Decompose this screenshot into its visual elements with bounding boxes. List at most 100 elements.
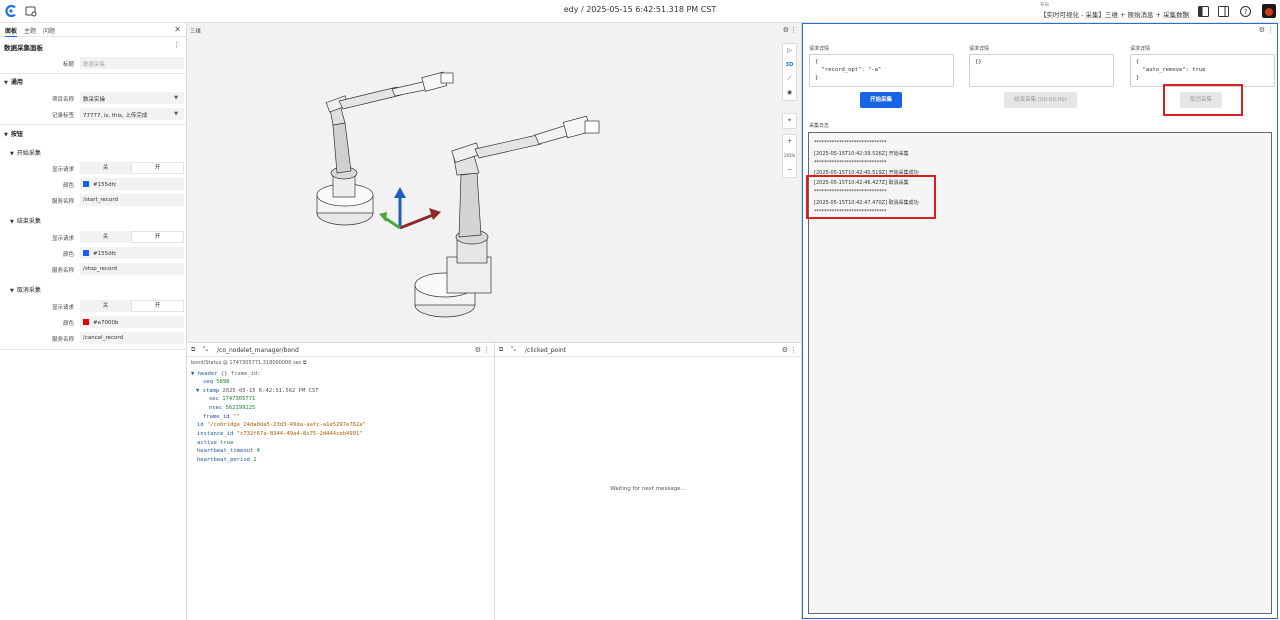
section-general[interactable]: ▼ 通用 [4, 77, 23, 86]
tags-select[interactable]: 77777, is, this, 上传完成 ▼ [80, 108, 184, 120]
gear-icon[interactable]: ⚙ [783, 26, 789, 34]
title-input[interactable]: 数据采集 [80, 57, 184, 69]
expand-icon[interactable]: ⤡ [511, 346, 516, 354]
right-sidebar-toggle-icon[interactable] [1218, 6, 1229, 17]
copy-panel-icon[interactable]: ⧉ [499, 346, 503, 354]
color-swatch[interactable] [83, 181, 89, 187]
gear-icon[interactable]: ⚙ [1259, 26, 1265, 34]
chevron-down-icon[interactable]: ⌄ [1181, 7, 1187, 15]
zoom-toolbar: + 191% − [782, 134, 797, 178]
color-swatch[interactable] [83, 250, 89, 256]
tree-row-header[interactable]: ▼ header {} frame_id: [191, 371, 261, 377]
header-note: {} frame_id: [220, 371, 261, 377]
ruler-icon[interactable]: ⟋ [783, 72, 796, 86]
tab-panel[interactable]: 面板 [5, 26, 18, 37]
interaction-toolbar: ▷ 3D ⟋ ◉ [782, 43, 797, 101]
zoom-out-icon[interactable]: − [783, 163, 796, 177]
stop-record-button[interactable]: 结束采集 (00:00:00) [1004, 92, 1077, 108]
color-input[interactable]: #155dfc [80, 178, 184, 190]
copy-panel-icon[interactable]: ⧉ [191, 346, 195, 354]
toggle-on[interactable]: 开 [131, 300, 184, 312]
tree-row-active: active true [197, 440, 234, 446]
more-options-icon[interactable]: ⋮ [1267, 26, 1274, 34]
more-options-icon[interactable]: ⋮ [173, 41, 180, 49]
start-request-body[interactable]: { "record_opt": "-a" } [809, 54, 954, 87]
zoom-in-icon[interactable]: + [783, 135, 796, 149]
service-label: 服务名称 [51, 268, 74, 274]
service-input[interactable]: /cancel_record [80, 332, 184, 344]
zoom-level: 191% [783, 153, 796, 158]
group-stop-record[interactable]: ▼ 结束采集 [10, 216, 41, 225]
log-line: ***************************** [814, 140, 887, 146]
focus-toolbar: ⌖ [782, 113, 797, 129]
show-request-toggle[interactable]: 关开 [80, 300, 184, 312]
key-header: header [197, 371, 218, 377]
data-collection-panel: ⚙ ⋮ 请求详情 { "record_opt": "-a" } 请求详情 {} … [802, 23, 1278, 619]
color-input[interactable]: #e7000b [80, 316, 184, 328]
highlight-annotation-box [1163, 84, 1243, 116]
project-label: 项目名称 [51, 97, 74, 103]
close-icon[interactable]: ✕ [174, 25, 181, 34]
more-options-icon[interactable]: ⋮ [790, 26, 797, 34]
section-buttons[interactable]: ▼ 按钮 [4, 129, 23, 138]
toggle-on[interactable]: 开 [131, 162, 184, 174]
service-input[interactable]: /start_record [80, 194, 184, 206]
toggle-on[interactable]: 开 [131, 231, 184, 243]
color-label: 颜色 [62, 183, 74, 189]
app-window: edy / 2025-05-15 6:42:51.318 PM CST 布局 【… [0, 0, 1280, 620]
topic-path[interactable]: /clicked_point [525, 347, 566, 354]
stop-request-body[interactable]: {} [969, 54, 1114, 87]
panel-settings-title: 数据采集面板 [4, 44, 43, 52]
toggle-off[interactable]: 关 [80, 162, 131, 174]
show-request-toggle[interactable]: 关开 [80, 162, 184, 174]
svg-text:?: ? [1244, 8, 1248, 16]
tree-row-seq: seq 5898 [203, 379, 230, 385]
tab-problems[interactable]: 问题 [43, 26, 55, 35]
layout-selector[interactable]: 【实时可视化 - 采集】三维 + 原始消息 + 采集数据 [1040, 9, 1189, 19]
expand-icon[interactable]: ⤡ [203, 346, 208, 354]
tab-topics[interactable]: 主题 [24, 26, 36, 35]
section-buttons-label: 按钮 [10, 131, 23, 138]
toggle-off[interactable]: 关 [80, 300, 131, 312]
gear-icon[interactable]: ⚙ [782, 346, 788, 354]
left-sidebar-toggle-icon[interactable] [1198, 6, 1209, 17]
group-cancel-record[interactable]: ▼ 取消采集 [10, 285, 41, 294]
focus-icon[interactable]: ⌖ [783, 114, 796, 128]
color-value: #155dfc [93, 251, 117, 257]
group-start-label: 开始采集 [16, 150, 41, 157]
publish-point-icon[interactable]: ◉ [783, 86, 796, 100]
section-general-label: 通用 [10, 79, 23, 86]
color-swatch[interactable] [83, 319, 89, 325]
cancel-request-body[interactable]: { "auto_remove": true } [1130, 54, 1275, 87]
group-stop-label: 结束采集 [16, 218, 41, 225]
view-mode-3d-button[interactable]: 3D [783, 58, 796, 72]
toggle-off[interactable]: 关 [80, 231, 131, 243]
tree-row-stamp[interactable]: ▼ stamp 2025-05-15 6:42:51.562 PM CST [196, 388, 319, 394]
start-record-button[interactable]: 开始采集 [860, 92, 902, 108]
request-detail-label: 请求详情 [809, 46, 830, 52]
service-input[interactable]: /stop_record [80, 263, 184, 275]
project-value: 数采实操 [83, 97, 106, 103]
gear-icon[interactable]: ⚙ [475, 346, 481, 354]
help-icon[interactable]: ? [1240, 6, 1251, 17]
expand-triangle-icon: ▼ [191, 371, 198, 377]
project-select[interactable]: 数采实操 ▼ [80, 92, 184, 104]
raw-message-panel-bond: ⧉ ⤡ /co_nodelet_manager/bond ⚙ ⋮ bond/St… [187, 343, 495, 620]
raw-message-panel-clicked-point: ⧉ ⤡ /clicked_point ⚙ ⋮ Waiting for next … [495, 343, 802, 620]
more-options-icon[interactable]: ⋮ [790, 346, 797, 354]
log-line: ***************************** [814, 160, 887, 166]
tree-row-heartbeat-timeout: heartbeat_timeout 4 [197, 448, 260, 454]
user-avatar[interactable] [1262, 4, 1276, 18]
copy-icon[interactable]: ⧉ [303, 360, 307, 366]
color-value: #155dfc [93, 182, 117, 188]
group-start-record[interactable]: ▼ 开始采集 [10, 148, 41, 157]
play-icon[interactable]: ▷ [783, 44, 796, 58]
color-input[interactable]: #155dfc [80, 247, 184, 259]
show-request-toggle[interactable]: 关开 [80, 231, 184, 243]
topic-path[interactable]: /co_nodelet_manager/bond [217, 347, 299, 354]
robot-arm-front [414, 115, 600, 318]
more-options-icon[interactable]: ⋮ [483, 346, 490, 354]
log-label: 采集日志 [809, 123, 830, 129]
status-line-text: bond/Status @ 1747305771.318000000 sec [191, 360, 302, 366]
three-d-viewport[interactable] [187, 23, 781, 343]
